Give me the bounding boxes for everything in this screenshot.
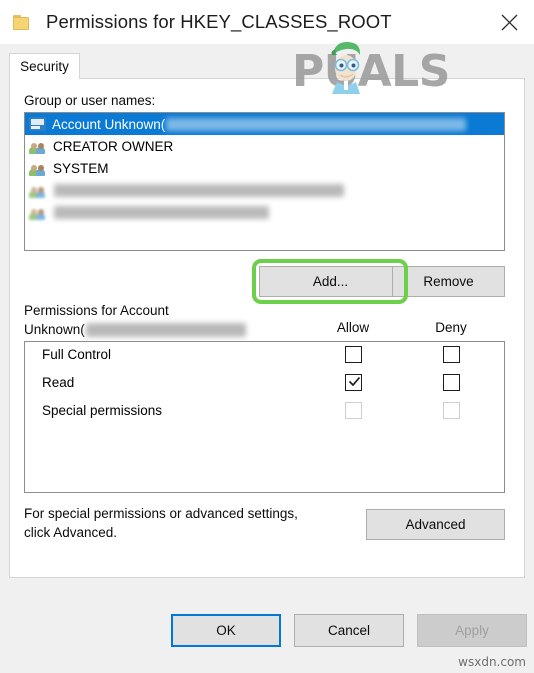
redacted-sid	[166, 117, 467, 131]
list-item[interactable]: Account Unknown(	[25, 113, 504, 135]
user-group-icon	[29, 139, 47, 154]
full-control-allow-checkbox[interactable]	[345, 346, 362, 363]
group-or-user-names-listbox[interactable]: Account Unknown( CREATOR OWNER SYSTEM	[24, 112, 505, 251]
account-unknown-icon	[29, 117, 46, 131]
redacted-account-name	[54, 183, 344, 197]
permissions-for-line2: Unknown(	[24, 322, 85, 337]
special-permissions-deny-checkbox	[443, 402, 460, 419]
user-group-icon	[29, 161, 47, 176]
list-item[interactable]	[25, 179, 504, 201]
read-deny-checkbox[interactable]	[443, 374, 460, 391]
tab-strip: Security	[9, 53, 525, 79]
list-item[interactable]: SYSTEM	[25, 157, 504, 179]
remove-button[interactable]: Remove	[392, 266, 505, 297]
table-row: Special permissions	[25, 398, 504, 426]
table-row[interactable]: Full Control	[25, 342, 504, 370]
apply-button: Apply	[417, 614, 527, 647]
full-control-deny-checkbox[interactable]	[443, 346, 460, 363]
permissions-listbox[interactable]: Full Control Read Special permissions	[24, 341, 505, 493]
list-item-label: Account Unknown(	[52, 116, 166, 132]
permissions-for-line1: Permissions for Account	[24, 303, 169, 318]
user-group-icon	[29, 183, 47, 198]
title-bar: Permissions for HKEY_CLASSES_ROOT	[0, 0, 534, 44]
advanced-button[interactable]: Advanced	[366, 509, 505, 540]
group-names-label: Group or user names:	[24, 93, 156, 108]
permissions-for-label: Permissions for Account Unknown(	[24, 301, 294, 339]
list-item[interactable]: CREATOR OWNER	[25, 135, 504, 157]
cancel-button[interactable]: Cancel	[294, 614, 404, 647]
read-allow-checkbox[interactable]	[345, 374, 362, 391]
allow-column-header: Allow	[336, 320, 370, 335]
add-button[interactable]: Add...	[259, 266, 402, 297]
user-group-icon	[29, 205, 47, 220]
ok-button[interactable]: OK	[171, 614, 281, 647]
permission-label: Full Control	[42, 347, 112, 362]
tab-security[interactable]: Security	[9, 53, 80, 79]
redacted-sid	[85, 323, 246, 337]
list-item-label: CREATOR OWNER	[53, 138, 174, 154]
advanced-help-line1: For special permissions or advanced sett…	[24, 506, 298, 521]
window-title: Permissions for HKEY_CLASSES_ROOT	[46, 11, 392, 32]
advanced-help-line2: click Advanced.	[24, 525, 118, 540]
list-item-label: SYSTEM	[53, 160, 109, 176]
list-item[interactable]	[25, 201, 504, 223]
redacted-account-name	[54, 205, 269, 219]
table-row[interactable]: Read	[25, 370, 504, 398]
permission-label: Read	[42, 375, 75, 390]
deny-column-header: Deny	[435, 320, 467, 335]
advanced-help-text: For special permissions or advanced sett…	[24, 504, 334, 542]
folder-icon	[13, 14, 30, 30]
check-icon	[348, 376, 361, 387]
close-icon[interactable]	[484, 0, 534, 44]
permission-label: Special permissions	[42, 403, 163, 418]
permissions-dialog: Permissions for HKEY_CLASSES_ROOT Securi…	[0, 0, 534, 673]
footer-watermark: wsxdn.com	[458, 655, 526, 669]
special-permissions-allow-checkbox	[345, 402, 362, 419]
